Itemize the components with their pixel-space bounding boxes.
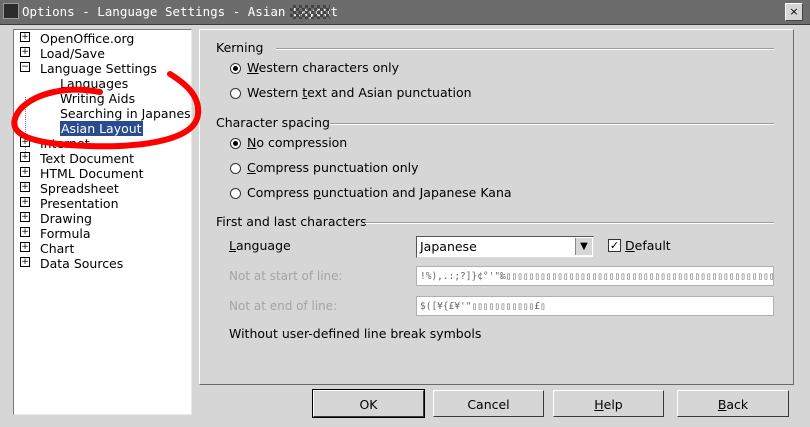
western-asian-punct-label[interactable]: Western text and Asian punctuation — [247, 85, 472, 100]
expand-icon[interactable]: + — [20, 212, 30, 222]
expand-icon[interactable]: + — [20, 257, 30, 267]
expand-icon[interactable]: + — [20, 152, 30, 162]
not-at-start-label: Not at start of line: — [229, 269, 343, 283]
compress-punct-kana-label[interactable]: Compress punctuation and Japanese Kana — [247, 185, 512, 200]
first-last-heading: First and last characters — [216, 214, 367, 229]
cancel-button[interactable]: Cancel — [433, 390, 544, 417]
button-bar: OK Cancel Help Back — [199, 387, 810, 427]
window-menu-icon[interactable] — [3, 3, 19, 19]
western-asian-punct-radio[interactable] — [230, 88, 241, 99]
expand-icon[interactable]: + — [20, 32, 30, 42]
expand-icon[interactable]: + — [20, 197, 30, 207]
compress-punct-label[interactable]: Compress punctuation only — [247, 160, 419, 175]
first-last-separator — [365, 222, 774, 224]
expand-icon[interactable]: + — [20, 182, 30, 192]
options-tree[interactable]: + OpenOffice.org + Load/Save − Language … — [13, 29, 192, 415]
expand-icon[interactable]: + — [20, 47, 30, 57]
not-at-end-field[interactable]: $([¥{£¥'"▯▯▯▯▯▯▯▯▯▯▯£▯ — [416, 296, 774, 316]
language-select-value: Japanese — [420, 239, 477, 254]
not-at-start-field[interactable]: !%),.:;?]}¢°'"‰▯▯▯▯▯▯▯▯▯▯▯▯▯▯▯▯▯▯▯▯▯▯▯▯▯… — [416, 266, 774, 286]
char-spacing-separator — [330, 123, 774, 125]
compress-punct-kana-radio[interactable] — [230, 188, 241, 199]
expand-icon[interactable]: + — [20, 227, 30, 237]
title-bar[interactable]: Options - Language Settings - Asian Layo… — [0, 0, 810, 25]
char-spacing-heading: Character spacing — [216, 115, 330, 130]
chevron-down-icon[interactable]: ▼ — [575, 238, 592, 255]
default-label[interactable]: Default — [625, 238, 671, 253]
line-break-note: Without user-defined line break symbols — [229, 326, 482, 341]
expand-icon[interactable]: + — [20, 167, 30, 177]
asian-layout-panel: Kerning Western characters only Western … — [199, 29, 794, 385]
expand-icon[interactable]: + — [20, 242, 30, 252]
help-button[interactable]: Help — [553, 390, 664, 417]
expand-icon[interactable]: + — [20, 137, 30, 147]
kerning-heading: Kerning — [216, 40, 264, 55]
western-chars-radio[interactable] — [230, 63, 241, 74]
no-compression-label[interactable]: No compression — [247, 135, 347, 150]
titlebar-grip — [290, 5, 330, 19]
language-label: Language — [229, 238, 291, 253]
close-window-button[interactable]: × — [785, 3, 803, 21]
western-chars-label[interactable]: Western characters only — [247, 60, 399, 75]
default-checkbox[interactable]: ✓ — [608, 239, 621, 252]
ok-button[interactable]: OK — [312, 389, 425, 418]
no-compression-radio[interactable] — [230, 138, 241, 149]
collapse-icon[interactable]: − — [20, 62, 30, 72]
kerning-separator — [276, 48, 774, 50]
language-select[interactable]: Japanese ▼ — [416, 236, 594, 258]
back-button[interactable]: Back — [677, 390, 789, 417]
not-at-end-label: Not at end of line: — [229, 299, 338, 313]
compress-punct-radio[interactable] — [230, 163, 241, 174]
